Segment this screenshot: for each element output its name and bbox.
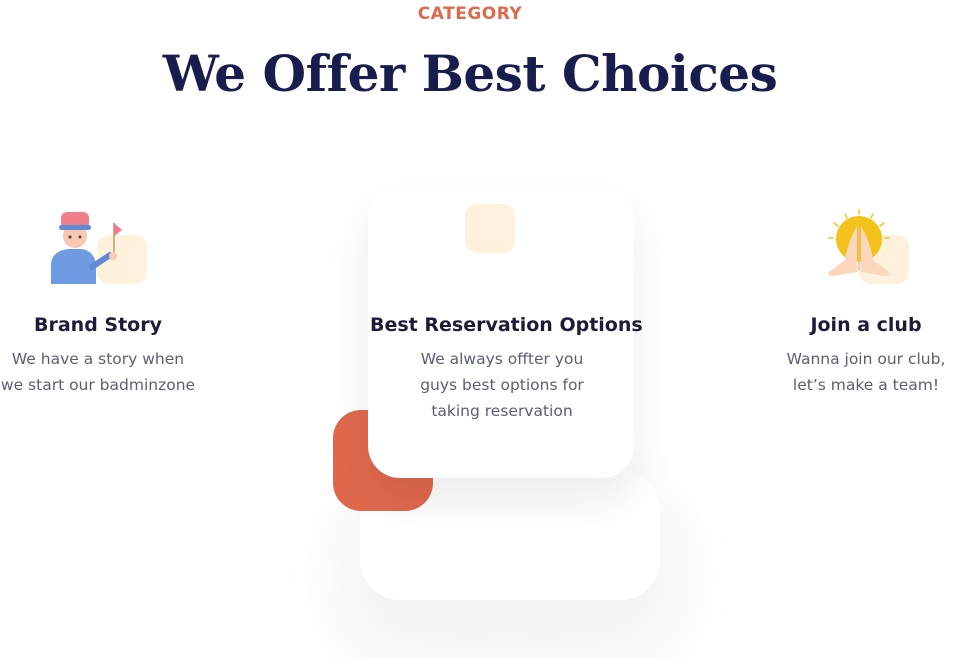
category-eyebrow: CATEGORY [417,4,523,24]
player-with-flag-icon [51,212,122,284]
feature-description: We have a story when we start our badmin… [0,350,196,394]
section-title: We Offer Best Choices [162,44,778,103]
feature-description: We always offter you guys best options f… [420,350,584,420]
feature-description: Wanna join our club, let’s make a team! [786,350,946,394]
feature-title: Best Reservation Options [370,314,643,336]
feature-title: Brand Story [34,314,162,336]
praying-hands-icon [828,209,890,276]
feature-title: Join a club [810,314,922,336]
blank-tile-icon [465,204,515,253]
